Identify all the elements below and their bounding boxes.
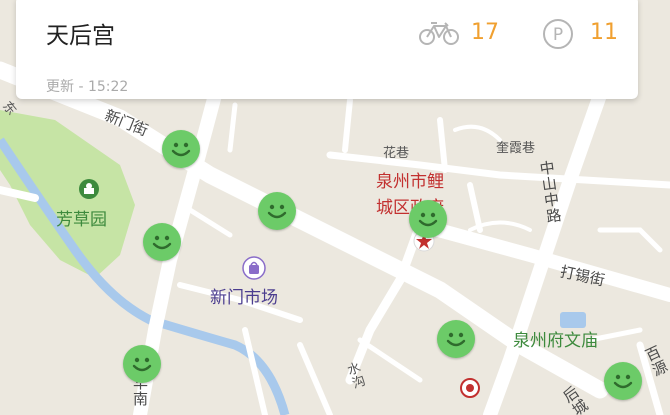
smiley-station-icon (152, 235, 172, 250)
parking-icon: P (542, 18, 574, 54)
bikes-available-count: 17 (471, 20, 499, 45)
poi-confucian-temple[interactable]: 泉州府文庙 (513, 326, 598, 351)
poi-fangcao-garden[interactable]: 芳草园 (56, 205, 107, 230)
bicycle-icon (419, 20, 459, 50)
last-updated: 更新 - 15:22 (46, 76, 128, 96)
road-label-huaxiang: 花巷 (383, 146, 410, 161)
smiley-station-icon (132, 357, 152, 372)
station-marker[interactable] (123, 345, 161, 383)
poi-city-hall-line1[interactable]: 泉州市鲤 (376, 170, 444, 194)
station-marker[interactable] (162, 130, 200, 168)
smiley-station-icon (267, 204, 287, 219)
last-updated-prefix: 更新 - (46, 79, 88, 95)
smiley-station-icon (613, 374, 633, 389)
station-name: 天后宫 (46, 23, 115, 49)
poi-xinmen-market[interactable]: 新门市场 (210, 283, 278, 308)
station-marker[interactable] (143, 223, 181, 261)
station-marker[interactable] (409, 200, 447, 238)
station-marker[interactable] (437, 320, 475, 358)
app-screen: 新门街 花巷 奎霞巷 中山中路 打锡街 东 华南 水沟 后城 百源 芳草园 新门… (0, 0, 670, 415)
parking-available-count: 11 (590, 20, 618, 45)
station-info-card[interactable]: 天后宫 17 P 11 更新 - 15:22 (16, 0, 638, 99)
smiley-station-icon (418, 212, 438, 227)
station-marker[interactable] (258, 192, 296, 230)
smiley-station-icon (446, 332, 466, 347)
svg-text:P: P (553, 25, 563, 45)
station-marker[interactable] (604, 362, 642, 400)
smiley-station-icon (171, 142, 191, 157)
last-updated-time: 15:22 (87, 79, 129, 95)
road-label-kuixiaxiang: 奎霞巷 (496, 141, 536, 156)
